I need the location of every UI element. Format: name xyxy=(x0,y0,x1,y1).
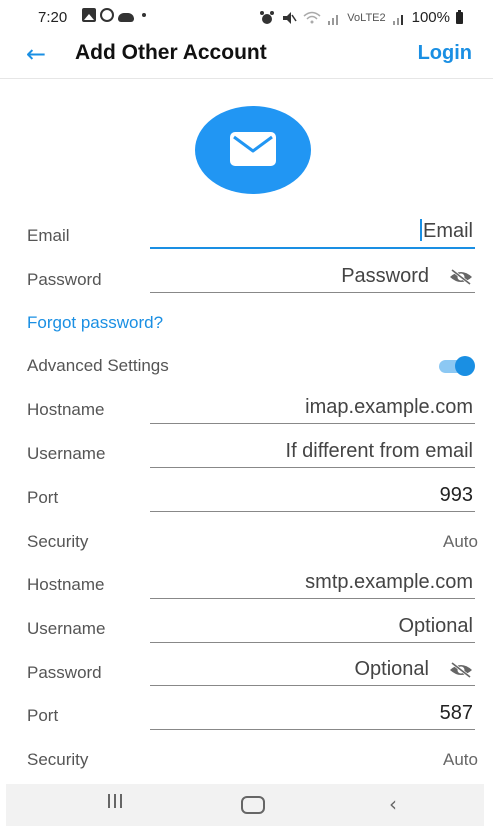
eye-off-icon[interactable] xyxy=(449,661,473,679)
outgoing-hostname-row: Hostname smtp.example.com xyxy=(0,564,493,608)
incoming-username-row: Username If different from email xyxy=(0,433,493,477)
back-icon[interactable]: ‹ xyxy=(389,792,397,816)
wifi-icon xyxy=(303,11,321,23)
email-field[interactable]: Email xyxy=(150,217,475,249)
outgoing-hostname-field[interactable]: smtp.example.com xyxy=(150,568,475,599)
signal-icon-2 xyxy=(392,14,403,25)
incoming-username-placeholder: If different from email xyxy=(285,440,473,462)
advanced-settings-row: Advanced Settings xyxy=(0,346,493,390)
incoming-security-row[interactable]: Security Auto xyxy=(0,521,493,565)
status-time: 7:20 xyxy=(38,9,68,26)
outgoing-username-row: Username Optional xyxy=(0,608,493,652)
incoming-hostname-label: Hostname xyxy=(27,400,105,419)
mail-avatar xyxy=(195,106,311,194)
outgoing-security-label: Security xyxy=(27,750,89,769)
incoming-username-label: Username xyxy=(27,444,106,463)
cloud-icon xyxy=(118,12,134,22)
outgoing-password-field[interactable]: Optional xyxy=(150,655,475,686)
outgoing-hostname-label: Hostname xyxy=(27,575,105,594)
incoming-port-row: Port 993 xyxy=(0,477,493,521)
whatsapp-icon xyxy=(100,8,114,22)
forgot-password-link[interactable]: Forgot password? xyxy=(27,313,163,333)
login-button[interactable]: Login xyxy=(418,42,472,65)
signal-icon xyxy=(328,14,339,25)
outgoing-username-label: Username xyxy=(27,619,106,638)
outgoing-username-placeholder: Optional xyxy=(398,615,474,637)
toggle-knob xyxy=(455,356,475,376)
incoming-username-field[interactable]: If different from email xyxy=(150,437,475,468)
recents-icon[interactable] xyxy=(108,794,126,813)
incoming-port-value: 993 xyxy=(439,484,473,506)
mute-icon xyxy=(283,11,297,24)
advanced-settings-toggle[interactable] xyxy=(437,356,477,376)
text-caret xyxy=(419,219,422,241)
status-left-icons xyxy=(82,8,146,22)
outgoing-password-row: Password Optional xyxy=(0,651,493,695)
incoming-hostname-field[interactable]: imap.example.com xyxy=(150,393,475,424)
email-row: Email Email xyxy=(0,215,493,259)
outgoing-username-field[interactable]: Optional xyxy=(150,612,475,643)
password-label: Password xyxy=(27,270,102,289)
status-bar: 7:20 VoLTE2 100% xyxy=(0,0,493,36)
incoming-port-label: Port xyxy=(27,488,59,507)
page-title: Add Other Account xyxy=(75,41,267,64)
dot-icon xyxy=(142,13,146,17)
email-placeholder-text: Email xyxy=(422,220,473,242)
home-icon[interactable] xyxy=(241,796,265,814)
outgoing-security-row[interactable]: Security Auto xyxy=(0,739,493,783)
incoming-port-field[interactable]: 993 xyxy=(150,481,475,512)
incoming-hostname-placeholder: imap.example.com xyxy=(305,396,473,418)
app-bar: ← Add Other Account Login xyxy=(0,36,493,79)
outgoing-security-value[interactable]: Auto xyxy=(443,750,478,770)
password-row: Password Password xyxy=(0,258,493,302)
arrow-left-icon[interactable]: ← xyxy=(26,40,46,68)
alarm-icon xyxy=(260,10,275,24)
outgoing-hostname-placeholder: smtp.example.com xyxy=(305,571,473,593)
outgoing-port-value: 587 xyxy=(439,702,473,724)
outgoing-password-label: Password xyxy=(27,663,102,682)
outgoing-port-label: Port xyxy=(27,706,59,725)
volte-label: VoLTE2 xyxy=(347,11,386,24)
status-right: VoLTE2 100% xyxy=(259,9,463,26)
email-label: Email xyxy=(27,226,70,245)
incoming-hostname-row: Hostname imap.example.com xyxy=(0,389,493,433)
system-nav-bar: ‹ xyxy=(6,784,484,826)
outgoing-port-field[interactable]: 587 xyxy=(150,699,475,730)
password-placeholder: Password xyxy=(341,265,429,287)
email-placeholder: Email xyxy=(419,219,473,243)
gallery-icon xyxy=(82,8,96,22)
mail-icon xyxy=(230,132,276,166)
password-field[interactable]: Password xyxy=(150,262,475,293)
battery-icon xyxy=(456,9,463,24)
eye-off-icon[interactable] xyxy=(449,268,473,286)
outgoing-port-row: Port 587 xyxy=(0,695,493,739)
incoming-security-label: Security xyxy=(27,532,89,551)
advanced-settings-label: Advanced Settings xyxy=(27,356,169,375)
outgoing-password-placeholder: Optional xyxy=(354,658,430,680)
incoming-security-value[interactable]: Auto xyxy=(443,532,478,552)
battery-percent: 100% xyxy=(411,9,450,26)
